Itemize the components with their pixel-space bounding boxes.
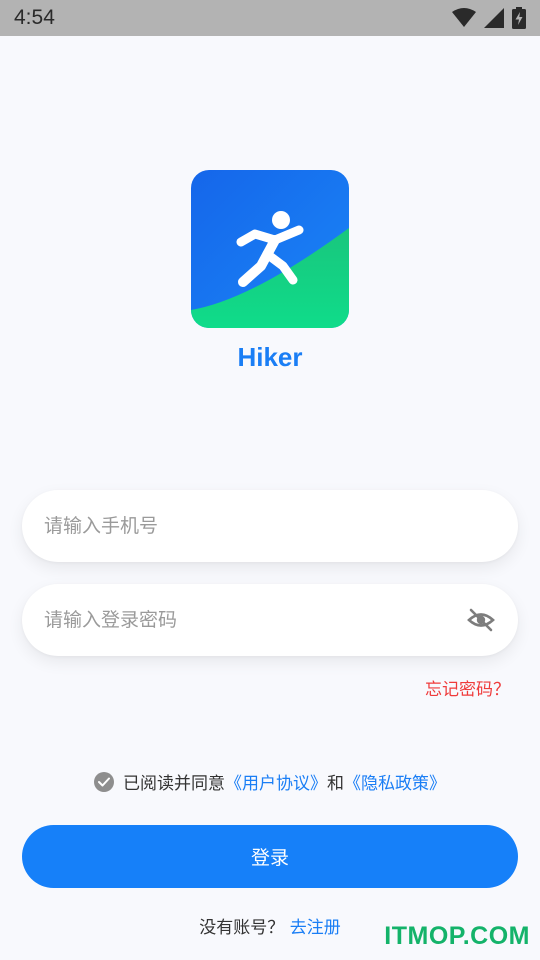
phone-input[interactable] xyxy=(44,515,496,537)
watermark: ITMOP.COM xyxy=(384,922,530,950)
password-visibility-toggle[interactable] xyxy=(466,605,496,635)
eye-off-icon xyxy=(467,608,495,632)
register-link[interactable]: 去注册 xyxy=(290,918,341,938)
user-agreement-link[interactable]: 《用户协议》 xyxy=(225,769,327,794)
status-bar: 4:54 xyxy=(0,0,540,36)
wifi-icon xyxy=(452,8,476,27)
agreement-checkbox[interactable] xyxy=(94,771,114,792)
password-field[interactable] xyxy=(22,584,518,656)
signal-icon xyxy=(484,8,504,28)
register-prompt: 没有账号？ xyxy=(199,918,285,938)
check-icon xyxy=(98,777,110,786)
agreement-row: 已阅读并同意 《用户协议》 和 《隐私政策》 xyxy=(0,769,540,794)
password-input[interactable] xyxy=(44,609,466,631)
agreement-and: 和 xyxy=(327,774,344,794)
status-icons xyxy=(452,7,526,29)
app-logo xyxy=(191,170,349,328)
agreement-prefix: 已阅读并同意 xyxy=(123,774,225,794)
app-name: Hiker xyxy=(237,342,303,372)
login-button[interactable]: 登录 xyxy=(22,825,518,888)
phone-field[interactable] xyxy=(22,490,518,562)
forgot-password-link[interactable]: 忘记密码？ xyxy=(425,675,510,700)
status-time: 4:54 xyxy=(14,6,55,29)
battery-charging-icon xyxy=(512,7,526,29)
privacy-policy-link[interactable]: 《隐私政策》 xyxy=(344,769,446,794)
